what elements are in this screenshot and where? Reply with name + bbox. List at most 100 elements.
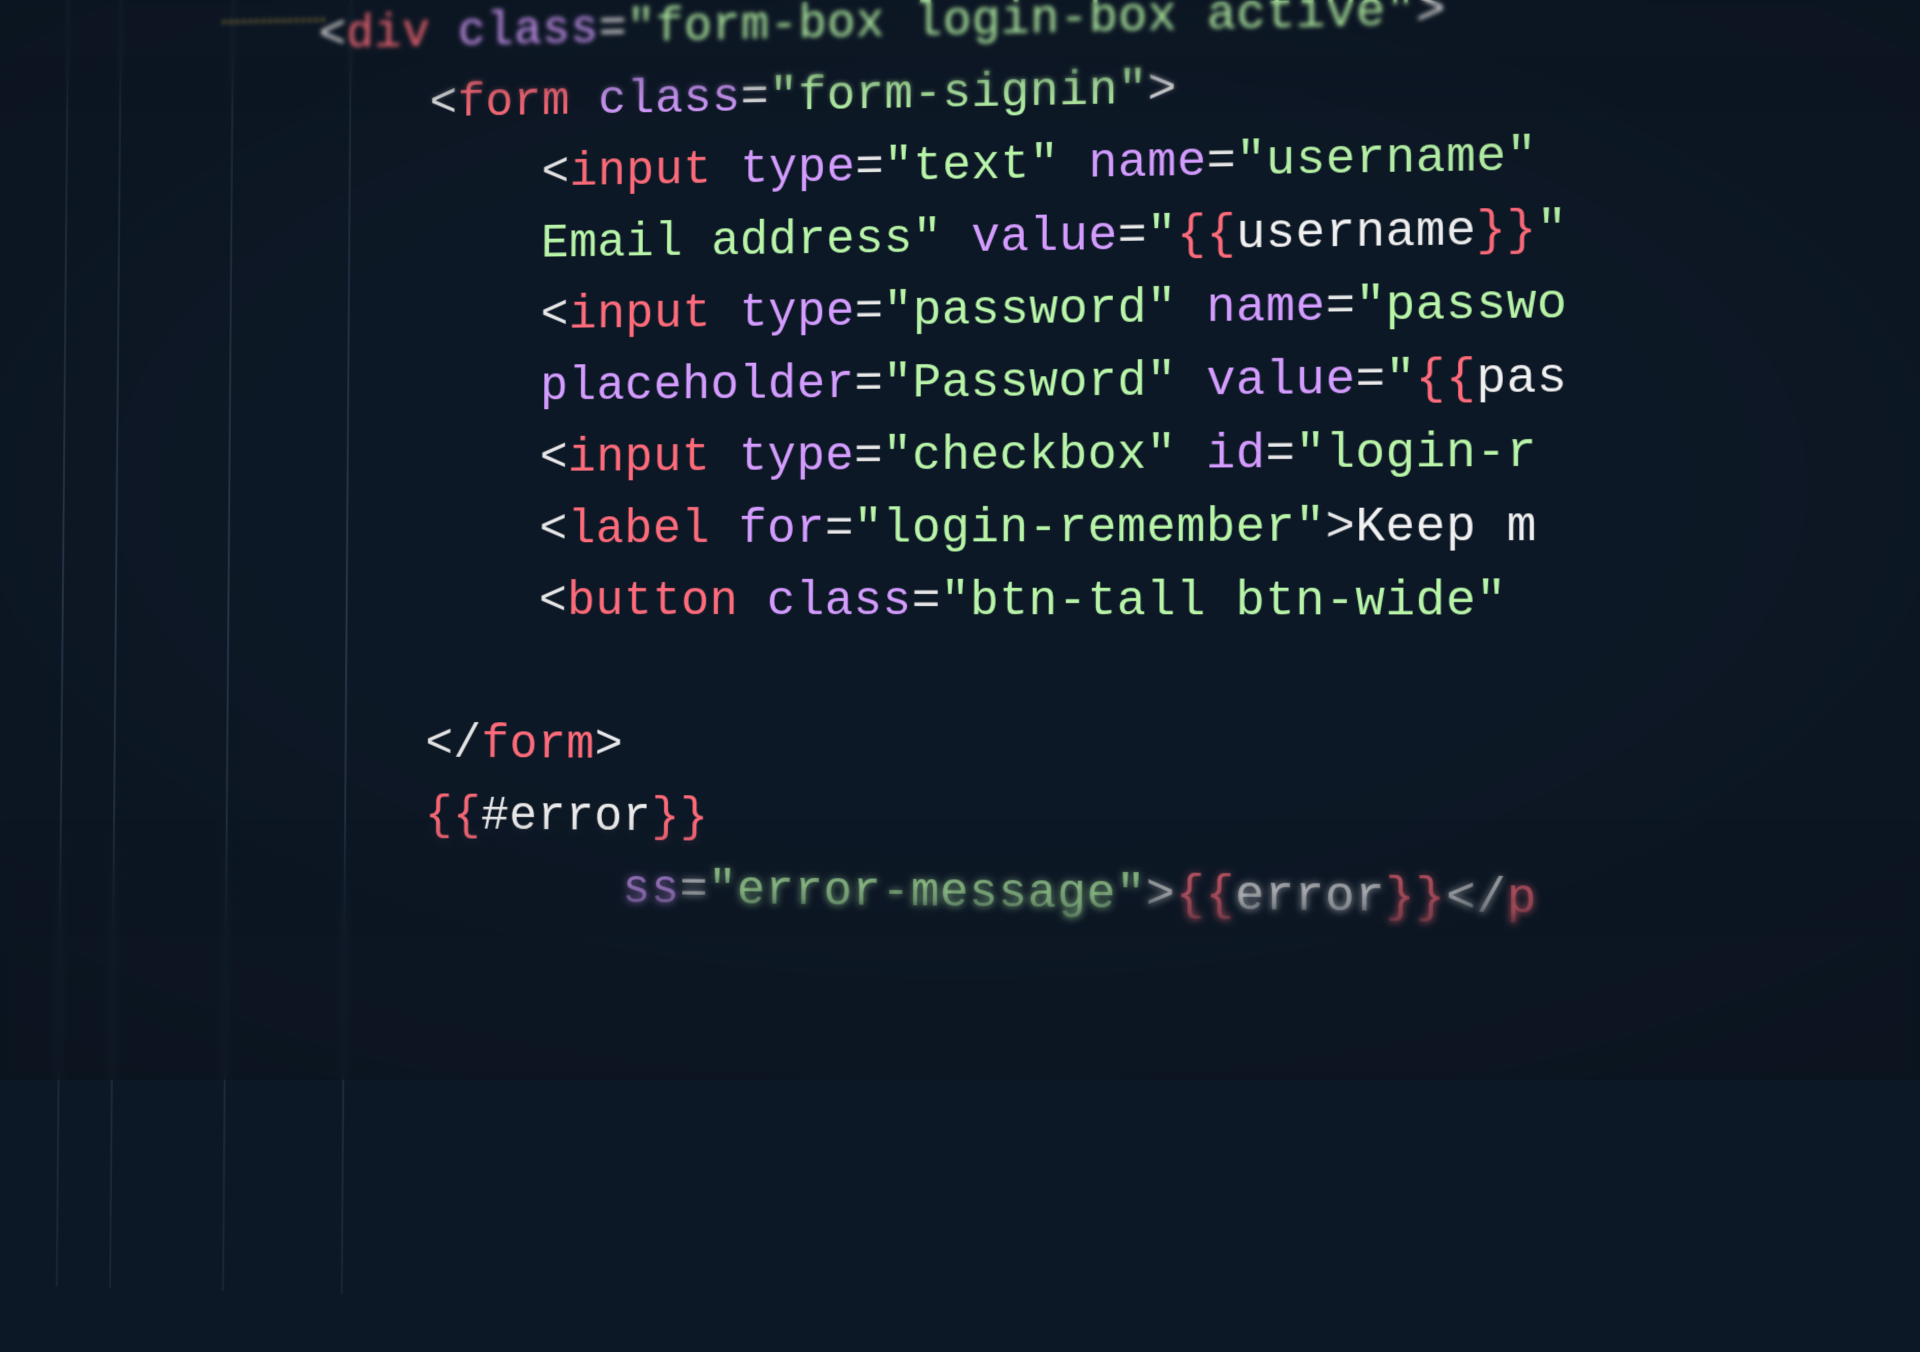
token-punc: = [679, 863, 708, 918]
token-tmpl_close: }} [1476, 203, 1537, 259]
token-text [1177, 281, 1207, 336]
token-str: "form-signin" [769, 63, 1147, 124]
token-text [712, 143, 741, 197]
token-text [1507, 574, 1537, 630]
token-str: "Password" [883, 355, 1176, 412]
token-attr: placeholder [540, 358, 855, 414]
token-str: " [1147, 209, 1177, 264]
token-punc: > [1325, 501, 1355, 556]
code-line[interactable]: <button class="btn-tall btn-wide" [36, 565, 1568, 639]
token-punc: < [541, 146, 570, 200]
token-str: " [1386, 353, 1416, 409]
indent [207, 147, 541, 206]
indent [206, 289, 541, 346]
token-tag: div [346, 7, 430, 62]
token-punc: = [854, 358, 883, 412]
token-text [1176, 428, 1206, 483]
token-str: "form-box login-box active" [627, 0, 1416, 56]
token-attr: for [738, 503, 825, 557]
indent [204, 575, 539, 629]
code-line[interactable]: ss="error-message">{{error}}</p [33, 848, 1568, 938]
code-line[interactable]: <input type="checkbox" id="login-r [37, 416, 1568, 497]
token-attr: class [767, 575, 912, 629]
indent [202, 788, 425, 843]
token-str: "login-r [1295, 426, 1537, 483]
token-str: Email address" [541, 212, 942, 271]
token-tag: label [567, 503, 710, 557]
token-str: "password" [884, 282, 1177, 340]
token-text [942, 212, 971, 267]
token-text: Keep m [1355, 500, 1537, 556]
token-tag: input [569, 287, 711, 342]
token-tag: p [1507, 872, 1538, 928]
token-punc: = [741, 71, 770, 125]
token-tag: input [568, 431, 711, 486]
token-text [711, 287, 740, 341]
token-punc: = [1118, 209, 1148, 264]
indent [203, 717, 426, 772]
token-attr: value [971, 210, 1118, 267]
token-punc: = [855, 141, 884, 196]
token-text [1059, 137, 1089, 192]
token-tmpl_open: {{ [1177, 208, 1236, 264]
token-str: "login-remember" [854, 501, 1326, 557]
token-str: " [1537, 203, 1567, 259]
token-punc: = [855, 285, 884, 340]
token-attr: ss [537, 862, 680, 918]
code-content[interactable]: <div class="form-box login-box active"> … [33, 0, 1568, 938]
code-line[interactable]: placeholder="Password" value="{{pas [37, 342, 1567, 427]
token-text [1537, 129, 1567, 185]
token-punc: > [595, 719, 624, 773]
code-line[interactable]: <label for="login-remember">Keep m [36, 490, 1567, 566]
token-str: "btn-tall btn-wide" [941, 574, 1507, 630]
indent [205, 432, 540, 487]
token-tag: form [457, 75, 570, 130]
token-attr: type [739, 286, 854, 341]
token-attr: type [740, 141, 855, 197]
token-punc: = [825, 502, 854, 556]
token-attr: name [1088, 135, 1206, 192]
code-line[interactable] [35, 637, 1568, 714]
token-punc: < [540, 432, 569, 486]
token-text [570, 74, 599, 128]
token-punc: </ [1446, 871, 1507, 928]
token-punc: < [539, 575, 568, 629]
token-tmpl_var: error [1235, 869, 1385, 926]
token-str: "checkbox" [883, 428, 1176, 484]
token-punc: = [912, 575, 941, 630]
token-text [710, 431, 739, 485]
token-tag: form [481, 718, 594, 772]
token-punc: > [1146, 868, 1176, 924]
token-tmpl_open: {{ [1416, 352, 1476, 408]
token-tmpl_open: {{ [1175, 868, 1235, 924]
token-attr: id [1206, 427, 1266, 482]
token-punc: = [854, 430, 883, 484]
code-line[interactable]: </form> [34, 707, 1567, 788]
indent [203, 646, 538, 700]
token-tmpl_var: pas [1476, 351, 1567, 407]
indent [207, 218, 542, 276]
indent [201, 859, 537, 916]
token-punc: </ [425, 718, 482, 772]
indent [208, 10, 319, 65]
token-punc: < [429, 77, 457, 131]
token-text [430, 6, 458, 60]
token-str: "text" [884, 138, 1059, 195]
token-punc: = [1326, 280, 1356, 335]
indent [208, 78, 430, 135]
token-punc: = [599, 3, 628, 57]
token-tag: button [567, 575, 738, 629]
token-text [1176, 355, 1206, 410]
token-punc: = [1266, 427, 1296, 482]
token-str: "passwo [1356, 277, 1568, 335]
token-tag: input [569, 144, 711, 200]
code-editor-viewport: <div class="form-box login-box active"> … [31, 0, 1920, 1244]
token-attr: class [458, 3, 599, 59]
token-tmpl_var: username [1236, 204, 1476, 262]
token-punc: < [319, 9, 347, 63]
token-punc: = [1207, 135, 1237, 190]
token-tmpl_close: }} [651, 791, 709, 846]
token-punc: < [540, 289, 569, 343]
token-attr: type [739, 430, 854, 485]
token-str: "username" [1236, 129, 1537, 189]
